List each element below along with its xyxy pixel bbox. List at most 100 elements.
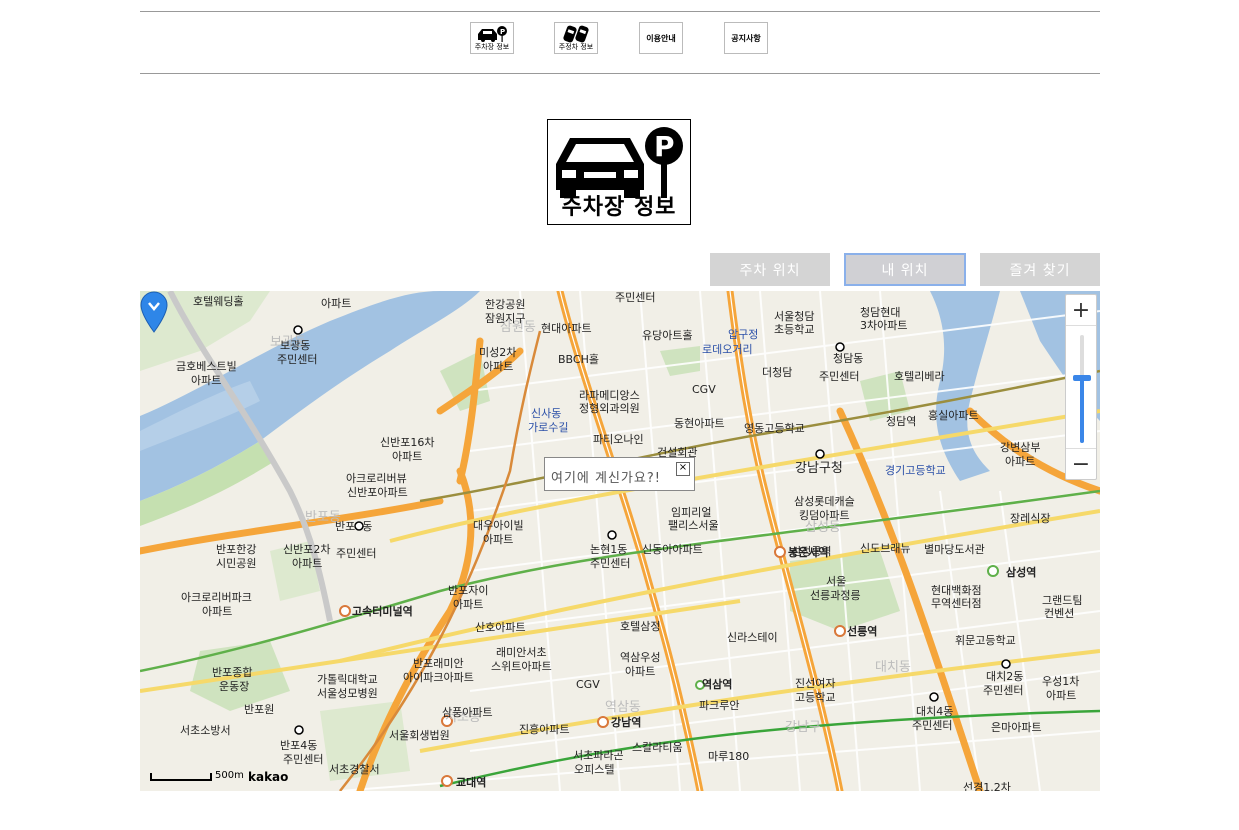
map-label: 주민센터 — [283, 753, 323, 766]
nav-stop-info-label: 주정차 정보 — [558, 43, 594, 51]
map-label: 아파트 — [191, 374, 221, 387]
map-label: 신반포2차 — [283, 543, 330, 556]
map-label: 파크루안 — [699, 699, 739, 712]
map-label: 아파트 — [321, 297, 351, 310]
logo-title: 주차장 정보 — [561, 195, 677, 220]
infowindow-text: 여기에 계신가요?! — [551, 471, 661, 486]
nav-notice-label: 공지사항 — [731, 33, 761, 43]
map-label: 로데오거리 — [702, 343, 753, 356]
station-label: 선릉역 — [847, 624, 877, 638]
map-label: 아파트 — [1005, 455, 1035, 468]
map-view[interactable]: 보광동 잠원동 반포동 삼성동 대치동 역삼동 서초동 강남구 호텔웨딩홀 아파… — [140, 291, 1100, 791]
station-label: 교대역 — [456, 775, 486, 789]
district-label: 삼성동 — [805, 520, 841, 535]
map-label: 호텔리베라 — [894, 370, 945, 383]
nav-guide-label: 이용안내 — [646, 33, 676, 43]
zoom-slider-fill — [1080, 378, 1084, 443]
map-label: 고등학교 — [795, 691, 835, 704]
map-label: 무역센터점 — [931, 597, 982, 610]
map-label: 유당아트홀 — [642, 329, 693, 342]
map-label: 청담동 — [833, 352, 863, 365]
map-label: 반포한강 — [216, 543, 256, 556]
map-label: 3차아파트 — [860, 319, 907, 332]
map-label: 아파트 — [483, 360, 513, 373]
nav-guide[interactable]: 이용안내 — [639, 22, 683, 54]
zoom-out-button[interactable]: − — [1066, 448, 1096, 479]
map-label: 금호베스트빌 — [176, 360, 237, 373]
map-label: 서울 — [826, 575, 846, 588]
map-label: 아파트 — [392, 450, 422, 463]
map-label: 라파메디앙스 — [579, 389, 640, 402]
map-label: 보광동 — [280, 339, 310, 352]
map-label: 선릉과정릉 — [810, 589, 861, 602]
kakao-logo[interactable]: kakao — [248, 770, 288, 784]
map-label: 선경1.2차 — [963, 781, 1011, 791]
map-label: 반포래미안 — [413, 657, 464, 670]
location-marker-icon[interactable] — [140, 291, 168, 333]
map-label: BBCH홀 — [558, 353, 599, 366]
favorites-button[interactable]: 즐겨 찾기 — [980, 253, 1100, 286]
map-infowindow: 여기에 계신가요?! × — [544, 457, 695, 491]
map-label: 아파트 — [453, 598, 483, 611]
map-label: 한강공원 — [485, 298, 525, 311]
map-label: 대치4동 — [916, 705, 953, 718]
map-label: 서초파라곤 — [573, 749, 624, 762]
nav-stop-info[interactable]: 주정차 정보 — [554, 22, 598, 54]
map-label: 주민센터 — [615, 291, 655, 304]
map-label: 초등학교 — [774, 323, 814, 336]
map-label: 반포종합 — [212, 666, 252, 679]
map-label: 현대아파트 — [541, 322, 592, 335]
district-label: 대치동 — [875, 660, 911, 675]
map-label: 반포자이 — [448, 584, 488, 597]
car-parking-icon: P — [556, 127, 683, 198]
map-label: 스위트아파트 — [491, 660, 552, 673]
district-label: 강남구 — [785, 720, 821, 735]
map-label: 주민센터 — [277, 353, 317, 366]
svg-text:P: P — [654, 130, 675, 163]
district-label: 역삼동 — [605, 700, 641, 715]
map-label: 강남구청 — [795, 461, 843, 476]
map-label: 가로수길 — [528, 421, 568, 434]
map-label: 아파트 — [1046, 689, 1076, 702]
infowindow-close-button[interactable]: × — [676, 462, 690, 476]
map-label: 잠원지구 — [485, 312, 525, 325]
map-label: 동현아파트 — [674, 417, 725, 430]
map-label: 역삼우성 — [620, 651, 660, 664]
zoom-slider-handle[interactable] — [1073, 375, 1091, 382]
map-label: 시민공원 — [216, 557, 256, 570]
map-label: 신사동 — [531, 407, 561, 420]
map-label: 파티오나인 — [593, 433, 644, 446]
map-label: 아파트 — [483, 533, 513, 546]
map-label: 주민센터 — [336, 547, 376, 560]
map-label: 별마당도서관 — [924, 543, 985, 556]
map-label: 서울성모병원 — [317, 687, 378, 700]
map-label: 삼풍아파트 — [442, 706, 493, 719]
map-label: 산호아파트 — [475, 621, 526, 634]
station-label: 삼성역 — [1006, 565, 1036, 579]
map-label: 아파트 — [625, 665, 655, 678]
map-label: 주민센터 — [590, 557, 630, 570]
map-label: 신반포16차 — [380, 436, 434, 449]
map-label: 정형외과의원 — [579, 402, 640, 415]
map-label: 홍실아파트 — [928, 408, 979, 422]
map-label: 휘문고등학교 — [955, 634, 1016, 647]
map-label: 주민센터 — [819, 370, 859, 383]
map-label: 현대백화점 — [931, 584, 982, 597]
car-parking-icon: P — [478, 26, 507, 42]
park-location-button[interactable]: 주차 위치 — [710, 253, 830, 286]
nav-notice[interactable]: 공지사항 — [724, 22, 768, 54]
zoom-slider-track[interactable] — [1080, 335, 1084, 443]
map-label: CGV — [576, 678, 600, 691]
zoom-in-button[interactable]: + — [1066, 295, 1096, 326]
map-canvas[interactable]: 보광동 잠원동 반포동 삼성동 대치동 역삼동 서초동 강남구 호텔웨딩홀 아파… — [140, 291, 1100, 791]
map-label: 팰리스서울 — [668, 519, 719, 532]
map-label: 오피스텔 — [574, 763, 614, 776]
nav-bottom-rule — [140, 73, 1100, 74]
my-location-button[interactable]: 내 위치 — [844, 253, 966, 286]
map-label: 스칼라티움 — [632, 741, 683, 754]
scale-label: 500m — [215, 770, 244, 781]
nav-parking-info[interactable]: P 주차장 정보 — [470, 22, 514, 54]
map-label: 신반포아파트 — [347, 486, 408, 499]
map-label: 컨벤션 — [1044, 607, 1074, 620]
map-label: 진흥아파트 — [519, 722, 570, 736]
